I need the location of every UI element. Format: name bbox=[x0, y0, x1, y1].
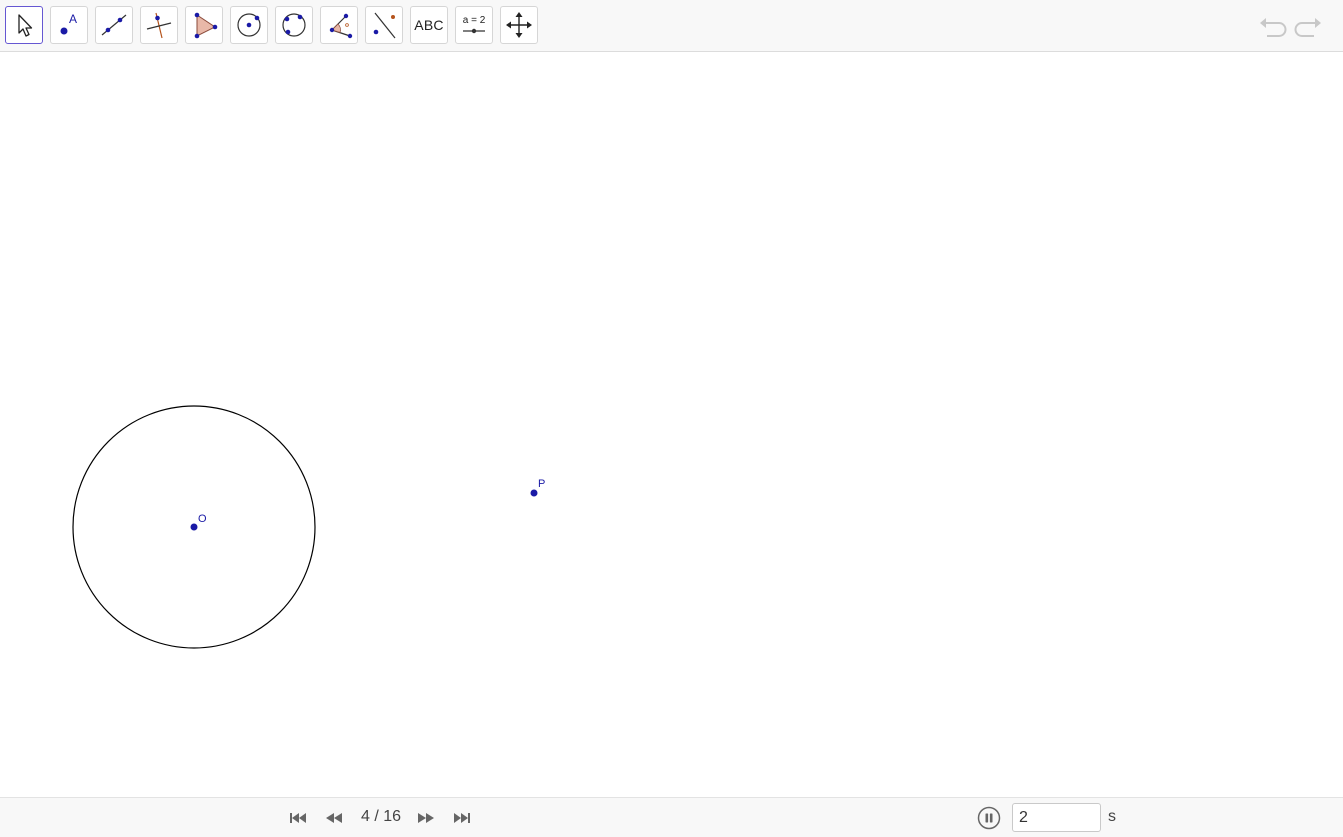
step-counter: 4 / 16 bbox=[360, 808, 402, 825]
cursor-arrow-icon bbox=[18, 14, 33, 37]
circle-three-points-icon bbox=[282, 13, 306, 37]
reflect-line-icon bbox=[373, 12, 396, 39]
angle-tool[interactable] bbox=[320, 6, 358, 44]
point-p[interactable] bbox=[530, 489, 538, 497]
previous-step-icon bbox=[326, 813, 342, 823]
polygon-icon bbox=[194, 12, 218, 39]
circle-three-points-tool[interactable] bbox=[275, 6, 313, 44]
previous-step-button[interactable] bbox=[322, 807, 346, 829]
perpendicular-line-tool[interactable] bbox=[140, 6, 178, 44]
undo-icon bbox=[1260, 18, 1287, 37]
point-tool-label: A bbox=[69, 12, 77, 26]
slider-icon: a = 2 bbox=[463, 15, 486, 34]
perpendicular-line-icon bbox=[146, 12, 172, 39]
pause-icon bbox=[977, 806, 1001, 830]
point-o[interactable] bbox=[190, 523, 198, 531]
move-graphics-tool[interactable] bbox=[500, 6, 538, 44]
first-step-icon bbox=[290, 813, 306, 823]
move-graphics-icon bbox=[506, 12, 532, 38]
line-tool[interactable] bbox=[95, 6, 133, 44]
text-tool[interactable]: ABC bbox=[410, 6, 448, 44]
pause-button[interactable] bbox=[977, 806, 1001, 830]
speed-input[interactable] bbox=[1012, 803, 1101, 832]
text-icon: ABC bbox=[414, 17, 444, 33]
construction-protocol-navigation: 4 / 16 s bbox=[0, 797, 1343, 837]
last-step-icon bbox=[454, 813, 470, 823]
point-o-label: O bbox=[198, 513, 207, 525]
move-tool[interactable] bbox=[5, 6, 43, 44]
toolbar: A ABC a = 2 bbox=[0, 0, 1343, 52]
reflect-line-tool[interactable] bbox=[365, 6, 403, 44]
speed-unit-label: s bbox=[1108, 808, 1116, 825]
graphics-view[interactable]: O P bbox=[0, 53, 1343, 797]
slider-tool[interactable]: a = 2 bbox=[455, 6, 493, 44]
line-icon bbox=[101, 14, 127, 36]
point-tool[interactable]: A bbox=[50, 6, 88, 44]
next-step-icon bbox=[418, 813, 434, 823]
polygon-tool[interactable] bbox=[185, 6, 223, 44]
redo-button[interactable] bbox=[1292, 10, 1326, 44]
undo-button[interactable] bbox=[1255, 10, 1289, 44]
redo-icon bbox=[1294, 18, 1321, 37]
graphics-canvas[interactable]: O P bbox=[0, 53, 1343, 797]
angle-icon bbox=[329, 13, 353, 39]
point-icon: A bbox=[60, 12, 77, 35]
next-step-button[interactable] bbox=[414, 807, 438, 829]
first-step-button[interactable] bbox=[286, 807, 310, 829]
slider-tool-label: a = 2 bbox=[463, 15, 486, 26]
point-p-label: P bbox=[538, 478, 545, 490]
circle-center-icon bbox=[237, 13, 261, 37]
circle-center-tool[interactable] bbox=[230, 6, 268, 44]
last-step-button[interactable] bbox=[450, 807, 474, 829]
